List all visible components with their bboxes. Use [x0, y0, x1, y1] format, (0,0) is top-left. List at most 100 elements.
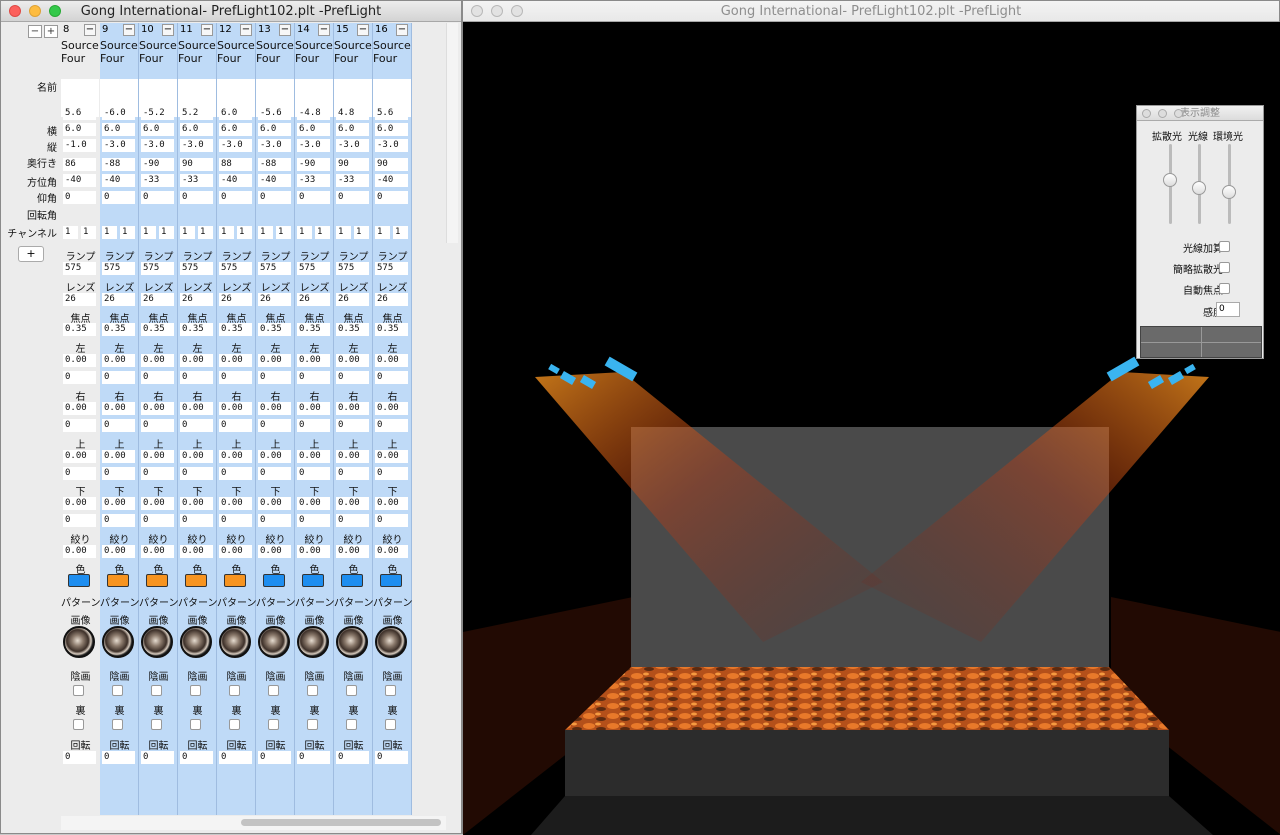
top-value-field[interactable]: 0.00	[141, 450, 174, 463]
y-field[interactable]: 6.0	[375, 123, 408, 136]
iris-field[interactable]: 0.00	[102, 545, 135, 558]
color-swatch[interactable]	[185, 574, 207, 587]
minimize-button[interactable]	[491, 5, 503, 17]
bottom-sub-field[interactable]: 0	[102, 514, 135, 527]
z-field[interactable]: -3.0	[102, 139, 135, 152]
add-channel-button[interactable]: +	[18, 246, 44, 262]
bottom-sub-field[interactable]: 0	[336, 514, 369, 527]
azimuth-field[interactable]: -90	[141, 158, 174, 171]
left-sub-field[interactable]: 0	[297, 371, 330, 384]
back-checkbox[interactable]	[73, 719, 84, 730]
fixture-column[interactable]: 12− Source Four 6.0 6.0 -3.0 88 -40 0 1 1 ランプ 575 レン…	[217, 23, 256, 815]
top-sub-field[interactable]: 0	[336, 467, 369, 480]
right-sub-field[interactable]: 0	[102, 419, 135, 432]
fixture-column[interactable]: 15− Source Four 4.8 6.0 -3.0 90 -33 0 1 1 ランプ 575 レン…	[334, 23, 373, 815]
azimuth-field[interactable]: 88	[219, 158, 252, 171]
bottom-value-field[interactable]: 0.00	[336, 497, 369, 510]
right-sub-field[interactable]: 0	[180, 419, 213, 432]
left-sub-field[interactable]: 0	[63, 371, 96, 384]
elevation-field[interactable]: -33	[297, 174, 330, 187]
simple-diffuse-checkbox[interactable]	[1219, 262, 1230, 273]
back-checkbox[interactable]	[385, 719, 396, 730]
left-value-field[interactable]: 0.00	[141, 354, 174, 367]
elevation-field[interactable]: -40	[375, 174, 408, 187]
focus-field[interactable]: 0.35	[180, 323, 213, 336]
ray-add-checkbox[interactable]	[1219, 241, 1230, 252]
rotate-field[interactable]: 0	[219, 751, 252, 764]
iris-field[interactable]: 0.00	[297, 545, 330, 558]
z-field[interactable]: -3.0	[141, 139, 174, 152]
focus-field[interactable]: 0.35	[336, 323, 369, 336]
channel-a-field[interactable]: 1	[375, 226, 390, 239]
close-button[interactable]	[471, 5, 483, 17]
color-swatch[interactable]	[107, 574, 129, 587]
azimuth-field[interactable]: -90	[297, 158, 330, 171]
remove-fixture-button[interactable]: −	[318, 24, 330, 36]
channel-a-field[interactable]: 1	[141, 226, 156, 239]
channel-b-field[interactable]: 1	[120, 226, 135, 239]
focus-field[interactable]: 0.35	[258, 323, 291, 336]
channel-a-field[interactable]: 1	[102, 226, 117, 239]
channel-a-field[interactable]: 1	[219, 226, 234, 239]
bottom-value-field[interactable]: 0.00	[258, 497, 291, 510]
bottom-value-field[interactable]: 0.00	[219, 497, 252, 510]
bottom-value-field[interactable]: 0.00	[102, 497, 135, 510]
iris-field[interactable]: 0.00	[219, 545, 252, 558]
shade-checkbox[interactable]	[307, 685, 318, 696]
fixture-column[interactable]: 13− Source Four -5.6 6.0 -3.0 -88 -40 0 1 1 ランプ 575…	[256, 23, 295, 815]
lens-field[interactable]: 26	[258, 293, 291, 306]
right-sub-field[interactable]: 0	[297, 419, 330, 432]
rotate-field[interactable]: 0	[102, 751, 135, 764]
azimuth-field[interactable]: 90	[375, 158, 408, 171]
channel-b-field[interactable]: 1	[393, 226, 408, 239]
zoom-button[interactable]	[49, 5, 61, 17]
channel-a-field[interactable]: 1	[336, 226, 351, 239]
y-field[interactable]: 6.0	[141, 123, 174, 136]
lens-field[interactable]: 26	[375, 293, 408, 306]
remove-fixture-button[interactable]: −	[279, 24, 291, 36]
vertical-scrollbar[interactable]	[446, 23, 458, 243]
z-field[interactable]: -3.0	[180, 139, 213, 152]
add-column-button[interactable]: +	[44, 25, 58, 38]
panel-zoom-button[interactable]	[1174, 109, 1183, 118]
top-sub-field[interactable]: 0	[141, 467, 174, 480]
shade-checkbox[interactable]	[151, 685, 162, 696]
back-checkbox[interactable]	[190, 719, 201, 730]
elevation-field[interactable]: -40	[63, 174, 96, 187]
top-sub-field[interactable]: 0	[102, 467, 135, 480]
bottom-sub-field[interactable]: 0	[297, 514, 330, 527]
gobo-image[interactable]	[102, 626, 134, 658]
lens-field[interactable]: 26	[336, 293, 369, 306]
x-field[interactable]: 4.8	[336, 107, 369, 120]
channel-b-field[interactable]: 1	[237, 226, 252, 239]
lamp-field[interactable]: 575	[141, 262, 174, 275]
rotate-field[interactable]: 0	[258, 751, 291, 764]
channel-b-field[interactable]: 1	[354, 226, 369, 239]
x-field[interactable]: 6.0	[219, 107, 252, 120]
left-value-field[interactable]: 0.00	[63, 354, 96, 367]
top-sub-field[interactable]: 0	[258, 467, 291, 480]
gobo-image[interactable]	[63, 626, 95, 658]
lens-field[interactable]: 26	[219, 293, 252, 306]
lens-field[interactable]: 26	[141, 293, 174, 306]
left-value-field[interactable]: 0.00	[336, 354, 369, 367]
y-field[interactable]: 6.0	[336, 123, 369, 136]
z-field[interactable]: -3.0	[219, 139, 252, 152]
right-value-field[interactable]: 0.00	[258, 402, 291, 415]
top-sub-field[interactable]: 0	[297, 467, 330, 480]
y-field[interactable]: 6.0	[63, 123, 96, 136]
bottom-sub-field[interactable]: 0	[258, 514, 291, 527]
shade-checkbox[interactable]	[112, 685, 123, 696]
right-sub-field[interactable]: 0	[375, 419, 408, 432]
remove-column-button[interactable]: −	[28, 25, 42, 38]
bottom-value-field[interactable]: 0.00	[375, 497, 408, 510]
bottom-sub-field[interactable]: 0	[141, 514, 174, 527]
minimize-button[interactable]	[29, 5, 41, 17]
top-sub-field[interactable]: 0	[63, 467, 96, 480]
channel-a-field[interactable]: 1	[297, 226, 312, 239]
focus-field[interactable]: 0.35	[63, 323, 96, 336]
remove-fixture-button[interactable]: −	[357, 24, 369, 36]
top-value-field[interactable]: 0.00	[102, 450, 135, 463]
right-value-field[interactable]: 0.00	[375, 402, 408, 415]
left-value-field[interactable]: 0.00	[375, 354, 408, 367]
